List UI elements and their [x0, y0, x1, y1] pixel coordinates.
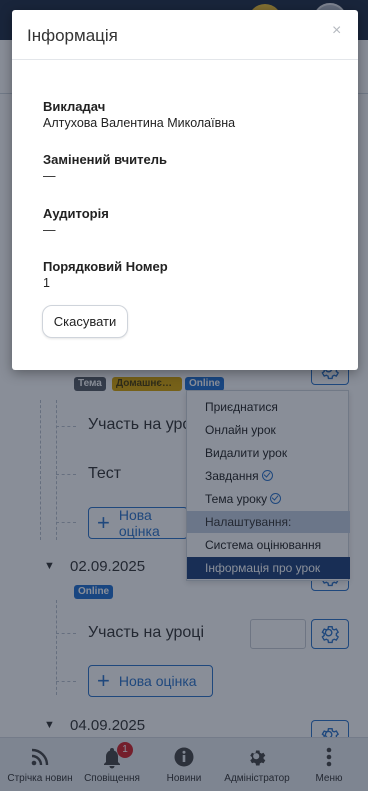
close-icon[interactable]: × [332, 22, 341, 40]
classroom-value: — [43, 223, 56, 237]
substitute-teacher-value: — [43, 169, 56, 183]
teacher-value: Алтухова Валентина Миколаївна [43, 116, 236, 130]
info-modal: Інформація × Викладач Алтухова Валентина… [12, 10, 358, 370]
modal-header: Інформація × [12, 10, 358, 60]
ordinal-number-value: 1 [43, 276, 50, 290]
ordinal-number-label: Порядковий Номер [43, 259, 168, 274]
cancel-button[interactable]: Скасувати [42, 305, 128, 338]
classroom-label: Аудиторія [43, 206, 109, 221]
modal-title: Інформація [27, 26, 118, 45]
substitute-teacher-label: Замінений вчитель [43, 152, 168, 167]
teacher-label: Викладач [43, 99, 106, 114]
